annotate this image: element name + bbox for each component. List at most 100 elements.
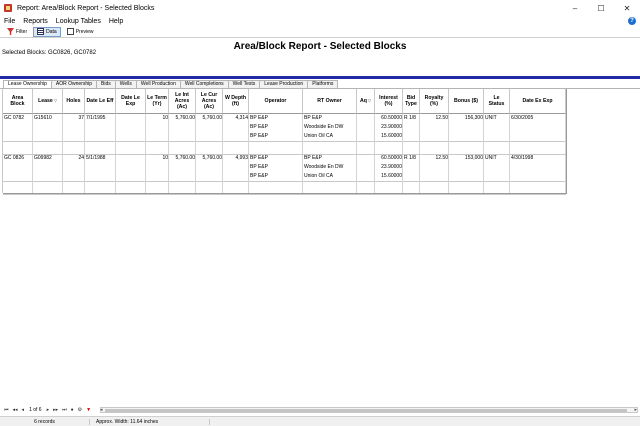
cell-col-rt-owner: Union Oil CA [304,133,333,139]
header-col-aq[interactable]: Aq ▽ [357,89,375,114]
tab-well-tests[interactable]: Well Tests [227,80,261,88]
last-record-icon[interactable]: ⏭ [60,407,69,413]
window-controls: – ☐ ✕ [562,0,640,16]
next-page-icon[interactable]: ▸▸ [51,407,60,413]
page-indicator: 1 of 6 [29,407,42,413]
cell-col-le-status: UNIT [485,115,497,121]
header-col-operator[interactable]: Operator [249,89,303,114]
scroll-right-icon[interactable]: ▸ [634,407,637,413]
horizontal-scrollbar[interactable]: ◂ ▸ [100,407,638,413]
filter-label: Filter [16,28,28,35]
header-col-le-term[interactable]: Le Term (Yr) [146,89,169,114]
filter-icon [7,28,14,35]
preview-button[interactable]: Preview [63,27,98,37]
cell-col-bid-type: R 1/8 [404,115,416,121]
menu-help[interactable]: Help [105,18,127,25]
header-col-le-cur-acres[interactable]: Le Cur Acres (Ac) [196,89,223,114]
scroll-thumb[interactable] [105,409,627,412]
cell-col-date-le-eff: 7/1/1995 [86,115,106,121]
help-icon[interactable]: ? [628,17,636,25]
menu-file[interactable]: File [0,18,19,25]
settings-icon[interactable]: ⚙ [76,407,84,413]
tab-well-production[interactable]: Well Production [135,80,181,88]
previous-page-icon[interactable]: ◂◂ [11,407,20,413]
header-label: Date Le Eff [86,98,114,104]
toolbar: Filter Data Preview [0,26,640,38]
header-col-w-depth[interactable]: W Depth (ft) [223,89,249,114]
header-label: Le Cur Acres (Ac) [200,92,218,110]
header-label: Royalty (%) [424,95,444,107]
scroll-left-icon[interactable]: ◂ [100,407,103,413]
header-label: RT Owner [317,98,342,104]
cell-col-area-block: GC 0826 [4,155,25,161]
header-label: Interest (%) [379,95,398,107]
cell-col-holes: 37 [78,115,84,121]
menu-lookup-tables[interactable]: Lookup Tables [52,18,105,25]
cell-col-lease: G09982 [34,155,52,161]
cell-col-interest: 23.90000 [381,164,402,170]
cell-col-bonus: 156,300 [464,115,483,121]
cell-col-bonus: 153,000 [464,155,483,161]
header-label: Holes [66,98,81,104]
header-col-holes[interactable]: Holes [63,89,85,114]
report-header: Area/Block Report - Selected Blocks Sele… [0,38,640,76]
cell-col-operator: BP E&P [250,155,268,161]
cell-col-royalty: 12.50 [435,155,448,161]
header-col-date-le-eff[interactable]: Date Le Eff [85,89,116,114]
tab-aor-ownership[interactable]: AOR Ownership [50,80,98,88]
header-col-rt-owner[interactable]: RT Owner [303,89,357,114]
sort-arrow-icon[interactable]: ▽ [368,98,371,104]
tab-wells[interactable]: Wells [114,80,137,88]
maximize-icon[interactable]: ☐ [588,0,614,16]
approx-width: Approx. Width: 11.64 inches [90,418,210,425]
selected-blocks: Selected Blocks: GC0826, GC0782 [2,50,97,56]
grid-right-border [566,89,567,194]
header-col-lease[interactable]: Lease ▽ [33,89,63,114]
header-col-area-block[interactable]: Area Block [3,89,33,114]
cell-col-le-int-acres: 5,760.00 [175,115,195,121]
row-separator [3,194,566,195]
header-col-bid-type[interactable]: Bid Type [403,89,420,114]
cell-col-w-depth: 4,314 [235,115,248,121]
header-label: Date Ex Exp [522,98,553,104]
cell-col-le-int-acres: 5,760.00 [175,155,195,161]
sort-arrow-icon[interactable]: ▽ [54,98,57,104]
tab-platforms[interactable]: Platforms [307,80,339,88]
header-divider [0,76,640,79]
data-icon [37,28,45,35]
tab-lease-production[interactable]: Lease Production [259,80,309,88]
cell-col-le-cur-acres: 5,760.00 [202,115,222,121]
header-col-le-int-acres[interactable]: Le Int Acres (Ac) [169,89,196,114]
cell-col-bid-type: R 1/8 [404,155,416,161]
tab-bids[interactable]: Bids [96,80,116,88]
data-button[interactable]: Data [33,26,61,37]
header-col-bonus[interactable]: Bonus ($) [449,89,484,114]
header-col-royalty[interactable]: Royalty (%) [420,89,449,114]
cell-col-operator: BP E&P [250,115,268,121]
filter-button[interactable]: Filter [3,27,31,37]
header-col-le-status[interactable]: Le Status [484,89,510,114]
header-label: Le Term (Yr) [147,95,167,107]
header-label: Operator [264,98,287,104]
header-col-interest[interactable]: Interest (%) [375,89,403,114]
header-label: Lease [38,98,53,104]
header-col-date-le-exp[interactable]: Date Le Exp [116,89,146,114]
cell-col-holes: 24 [78,155,84,161]
header-label: Le Status [488,95,505,107]
cell-col-date-ex-exp: 6/30/2005 [511,115,534,121]
header-col-date-ex-exp[interactable]: Date Ex Exp [510,89,566,114]
window-title: Report: Area/Block Report - Selected Blo… [17,4,155,12]
record-dot-icon[interactable]: ● [69,407,76,413]
record-navigator: ⏮ ◂◂ ◂ 1 of 6 ▸ ▸▸ ⏭ ● ⚙ ▼ [2,406,93,414]
cell-col-lease: G15610 [34,115,52,121]
filter-funnel-icon[interactable]: ▼ [84,407,93,413]
data-label: Data [46,28,57,35]
header-label: Aq [360,98,367,104]
tab-well-completions[interactable]: Well Completions [179,80,229,88]
first-record-icon[interactable]: ⏮ [2,407,11,413]
header-label: Le Int Acres (Ac) [174,92,190,110]
cell-col-operator: BP E&P [250,164,268,170]
close-icon[interactable]: ✕ [614,0,640,16]
minimize-icon[interactable]: – [562,0,588,16]
menu-reports[interactable]: Reports [19,18,52,25]
